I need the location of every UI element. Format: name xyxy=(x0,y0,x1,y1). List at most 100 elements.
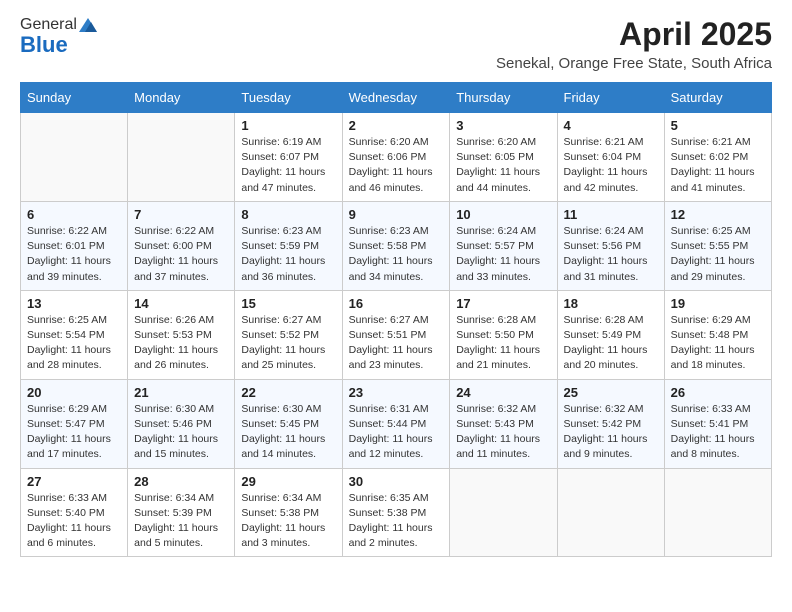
calendar-cell: 24 Sunrise: 6:32 AM Sunset: 5:43 PM Dayli… xyxy=(450,379,557,468)
calendar-week-row: 13Sunrise: 6:25 AM Sunset: 5:54 PM Dayli… xyxy=(21,290,772,379)
day-number: 1 xyxy=(241,118,335,133)
calendar-cell: 19 Sunrise: 6:29 AM Sunset: 5:48 PM Dayli… xyxy=(664,290,771,379)
calendar-cell: 23 Sunrise: 6:31 AM Sunset: 5:44 PM Dayli… xyxy=(342,379,450,468)
day-info: Sunrise: 6:34 AM Sunset: 5:38 PM Dayligh… xyxy=(241,491,335,552)
day-info: Sunrise: 6:30 AM Sunset: 5:45 PM Dayligh… xyxy=(241,402,335,463)
calendar-week-row: 6 Sunrise: 6:22 AM Sunset: 6:01 PM Daylig… xyxy=(21,201,772,290)
day-info: Sunrise: 6:32 AM Sunset: 5:43 PM Dayligh… xyxy=(456,402,550,463)
day-number: 29 xyxy=(241,474,335,489)
day-number: 25 xyxy=(564,385,658,400)
calendar-week-row: 1 Sunrise: 6:19 AM Sunset: 6:07 PM Daylig… xyxy=(21,113,772,202)
day-of-week-header: Friday xyxy=(557,83,664,113)
calendar-cell: 20Sunrise: 6:29 AM Sunset: 5:47 PM Dayli… xyxy=(21,379,128,468)
calendar-cell: 2 Sunrise: 6:20 AM Sunset: 6:06 PM Daylig… xyxy=(342,113,450,202)
day-info: Sunrise: 6:27 AM Sunset: 5:51 PM Dayligh… xyxy=(349,313,444,374)
calendar-cell xyxy=(664,468,771,557)
day-info: Sunrise: 6:30 AM Sunset: 5:46 PM Dayligh… xyxy=(134,402,228,463)
calendar-week-row: 27 Sunrise: 6:33 AM Sunset: 5:40 PM Dayli… xyxy=(21,468,772,557)
day-info: Sunrise: 6:27 AM Sunset: 5:52 PM Dayligh… xyxy=(241,313,335,374)
day-number: 4 xyxy=(564,118,658,133)
day-info: Sunrise: 6:20 AM Sunset: 6:06 PM Dayligh… xyxy=(349,135,444,196)
day-info: Sunrise: 6:32 AM Sunset: 5:42 PM Dayligh… xyxy=(564,402,658,463)
location-subtitle: Senekal, Orange Free State, South Africa xyxy=(496,55,772,72)
calendar-cell xyxy=(21,113,128,202)
calendar-cell: 6 Sunrise: 6:22 AM Sunset: 6:01 PM Daylig… xyxy=(21,201,128,290)
day-of-week-header: Saturday xyxy=(664,83,771,113)
day-of-week-header: Sunday xyxy=(21,83,128,113)
calendar-cell: 21 Sunrise: 6:30 AM Sunset: 5:46 PM Dayli… xyxy=(128,379,235,468)
day-info: Sunrise: 6:33 AM Sunset: 5:41 PM Dayligh… xyxy=(671,402,765,463)
day-number: 17 xyxy=(456,296,550,311)
calendar-table: SundayMondayTuesdayWednesdayThursdayFrid… xyxy=(20,82,772,557)
day-info: Sunrise: 6:31 AM Sunset: 5:44 PM Dayligh… xyxy=(349,402,444,463)
day-number: 23 xyxy=(349,385,444,400)
day-number: 7 xyxy=(134,207,228,222)
day-info: Sunrise: 6:21 AM Sunset: 6:02 PM Dayligh… xyxy=(671,135,765,196)
day-number: 10 xyxy=(456,207,550,222)
calendar-cell: 22 Sunrise: 6:30 AM Sunset: 5:45 PM Dayli… xyxy=(235,379,342,468)
logo-blue: Blue xyxy=(20,32,68,58)
calendar-cell: 9 Sunrise: 6:23 AM Sunset: 5:58 PM Daylig… xyxy=(342,201,450,290)
calendar-cell: 10 Sunrise: 6:24 AM Sunset: 5:57 PM Dayli… xyxy=(450,201,557,290)
calendar-cell: 16Sunrise: 6:27 AM Sunset: 5:51 PM Dayli… xyxy=(342,290,450,379)
day-number: 11 xyxy=(564,207,658,222)
day-number: 27 xyxy=(27,474,121,489)
day-of-week-header: Wednesday xyxy=(342,83,450,113)
day-number: 6 xyxy=(27,207,121,222)
day-info: Sunrise: 6:33 AM Sunset: 5:40 PM Dayligh… xyxy=(27,491,121,552)
day-number: 12 xyxy=(671,207,765,222)
calendar-header: SundayMondayTuesdayWednesdayThursdayFrid… xyxy=(21,83,772,113)
day-info: Sunrise: 6:35 AM Sunset: 5:38 PM Dayligh… xyxy=(349,491,444,552)
day-number: 15 xyxy=(241,296,335,311)
day-number: 19 xyxy=(671,296,765,311)
calendar-cell xyxy=(557,468,664,557)
calendar-cell: 28 Sunrise: 6:34 AM Sunset: 5:39 PM Dayli… xyxy=(128,468,235,557)
day-info: Sunrise: 6:24 AM Sunset: 5:57 PM Dayligh… xyxy=(456,224,550,285)
day-number: 9 xyxy=(349,207,444,222)
day-number: 2 xyxy=(349,118,444,133)
day-info: Sunrise: 6:20 AM Sunset: 6:05 PM Dayligh… xyxy=(456,135,550,196)
logo-icon xyxy=(79,18,97,32)
calendar-cell: 11Sunrise: 6:24 AM Sunset: 5:56 PM Dayli… xyxy=(557,201,664,290)
day-info: Sunrise: 6:28 AM Sunset: 5:49 PM Dayligh… xyxy=(564,313,658,374)
calendar-cell: 18 Sunrise: 6:28 AM Sunset: 5:49 PM Dayli… xyxy=(557,290,664,379)
day-info: Sunrise: 6:19 AM Sunset: 6:07 PM Dayligh… xyxy=(241,135,335,196)
calendar-cell: 25 Sunrise: 6:32 AM Sunset: 5:42 PM Dayli… xyxy=(557,379,664,468)
title-area: April 2025 Senekal, Orange Free State, S… xyxy=(496,16,772,72)
day-number: 8 xyxy=(241,207,335,222)
day-info: Sunrise: 6:22 AM Sunset: 6:00 PM Dayligh… xyxy=(134,224,228,285)
calendar-cell: 3Sunrise: 6:20 AM Sunset: 6:05 PM Daylig… xyxy=(450,113,557,202)
day-of-week-header: Thursday xyxy=(450,83,557,113)
day-number: 30 xyxy=(349,474,444,489)
calendar-cell: 7 Sunrise: 6:22 AM Sunset: 6:00 PM Daylig… xyxy=(128,201,235,290)
day-of-week-header: Tuesday xyxy=(235,83,342,113)
days-of-week-row: SundayMondayTuesdayWednesdayThursdayFrid… xyxy=(21,83,772,113)
calendar-cell: 8Sunrise: 6:23 AM Sunset: 5:59 PM Daylig… xyxy=(235,201,342,290)
logo: General Blue xyxy=(20,16,97,58)
calendar-cell: 17Sunrise: 6:28 AM Sunset: 5:50 PM Dayli… xyxy=(450,290,557,379)
day-number: 26 xyxy=(671,385,765,400)
month-year-title: April 2025 xyxy=(496,16,772,53)
day-info: Sunrise: 6:23 AM Sunset: 5:58 PM Dayligh… xyxy=(349,224,444,285)
day-info: Sunrise: 6:22 AM Sunset: 6:01 PM Dayligh… xyxy=(27,224,121,285)
day-info: Sunrise: 6:29 AM Sunset: 5:47 PM Dayligh… xyxy=(27,402,121,463)
day-info: Sunrise: 6:34 AM Sunset: 5:39 PM Dayligh… xyxy=(134,491,228,552)
calendar-week-row: 20Sunrise: 6:29 AM Sunset: 5:47 PM Dayli… xyxy=(21,379,772,468)
calendar-body: 1 Sunrise: 6:19 AM Sunset: 6:07 PM Daylig… xyxy=(21,113,772,557)
calendar-cell: 14Sunrise: 6:26 AM Sunset: 5:53 PM Dayli… xyxy=(128,290,235,379)
day-info: Sunrise: 6:25 AM Sunset: 5:55 PM Dayligh… xyxy=(671,224,765,285)
day-info: Sunrise: 6:29 AM Sunset: 5:48 PM Dayligh… xyxy=(671,313,765,374)
day-number: 18 xyxy=(564,296,658,311)
day-number: 22 xyxy=(241,385,335,400)
day-number: 21 xyxy=(134,385,228,400)
day-info: Sunrise: 6:21 AM Sunset: 6:04 PM Dayligh… xyxy=(564,135,658,196)
day-of-week-header: Monday xyxy=(128,83,235,113)
calendar-cell: 29 Sunrise: 6:34 AM Sunset: 5:38 PM Dayli… xyxy=(235,468,342,557)
day-number: 28 xyxy=(134,474,228,489)
day-number: 24 xyxy=(456,385,550,400)
calendar-cell: 27 Sunrise: 6:33 AM Sunset: 5:40 PM Dayli… xyxy=(21,468,128,557)
calendar-cell: 30 Sunrise: 6:35 AM Sunset: 5:38 PM Dayli… xyxy=(342,468,450,557)
calendar-cell: 4 Sunrise: 6:21 AM Sunset: 6:04 PM Daylig… xyxy=(557,113,664,202)
calendar-cell: 12 Sunrise: 6:25 AM Sunset: 5:55 PM Dayli… xyxy=(664,201,771,290)
calendar-cell: 15 Sunrise: 6:27 AM Sunset: 5:52 PM Dayli… xyxy=(235,290,342,379)
